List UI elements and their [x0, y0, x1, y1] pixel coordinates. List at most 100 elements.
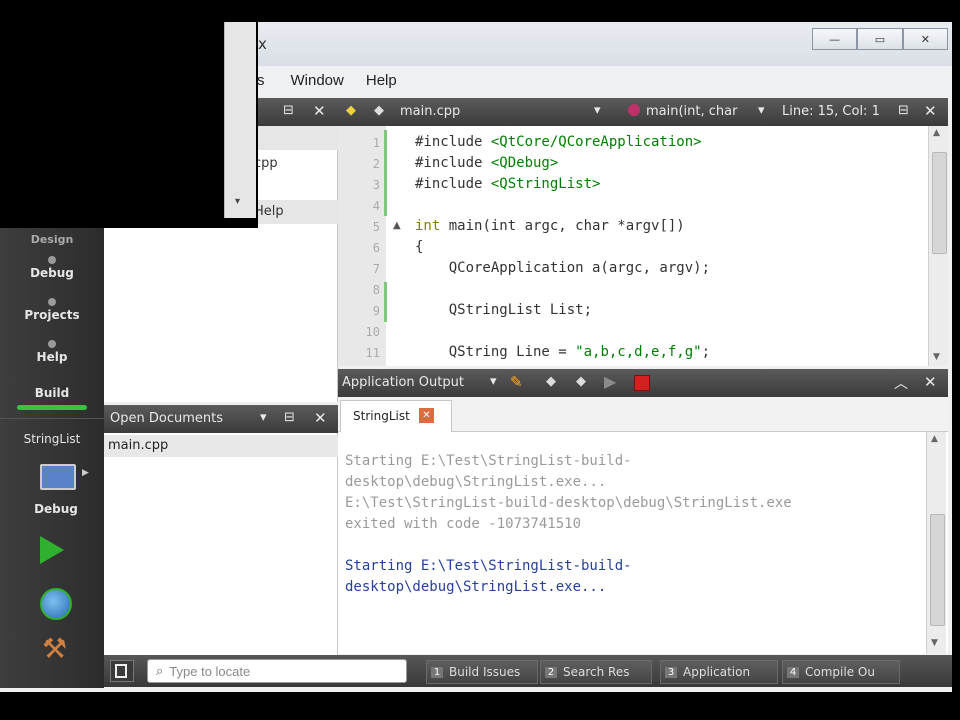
clear-output-icon[interactable]: ✎: [510, 373, 523, 391]
mode-design[interactable]: Design: [0, 232, 104, 246]
sidebar-toggle-icon: [115, 664, 127, 678]
open-document-item[interactable]: main.cpp: [104, 435, 338, 457]
line-number: 8: [372, 283, 380, 297]
design-mode-label: Design: [30, 233, 74, 246]
scroll-up-icon[interactable]: ▲: [931, 434, 938, 444]
next-icon[interactable]: ◆: [576, 374, 586, 389]
back-icon[interactable]: ◆: [346, 103, 356, 118]
code-line: QStringList List;: [415, 302, 592, 318]
symbol-combo[interactable]: main(int, char: [646, 104, 737, 119]
close-icon[interactable]: ✕: [314, 409, 327, 427]
code-highlight: "a,b,c,d,e,f,g": [575, 344, 702, 360]
code-line: #include <QStringList>: [415, 176, 600, 192]
line-number: 3: [372, 178, 380, 192]
compile-output-button[interactable]: 4 Compile Ou: [782, 660, 900, 684]
run-icon[interactable]: [40, 536, 64, 564]
line-number: 7: [372, 262, 380, 276]
build-hammer-icon[interactable]: ⚒: [42, 632, 67, 665]
application-output-number: 3: [665, 666, 677, 678]
open-documents-title: Open Documents: [110, 411, 223, 426]
title-fragment: x: [258, 35, 267, 53]
fold-marker-icon[interactable]: ▲: [393, 220, 401, 231]
code-highlight: <QtCore/QCoreApplication>: [490, 134, 702, 150]
code-highlight: int: [415, 218, 441, 234]
close-panel-icon[interactable]: ✕: [924, 373, 937, 391]
forward-icon[interactable]: ◆: [374, 103, 384, 118]
menu-item-help[interactable]: Help: [366, 72, 397, 89]
menu-item-partial[interactable]: s: [257, 72, 265, 89]
target-arrow-icon: ▶: [82, 468, 89, 478]
file-combo[interactable]: main.cpp: [400, 104, 460, 119]
mode-build[interactable]: Build: [0, 386, 104, 410]
code-line: {: [415, 239, 423, 255]
target-selector[interactable]: ▶ Debug: [0, 462, 104, 522]
output-scrollbar-thumb[interactable]: [930, 514, 945, 626]
symbol-combo-arrow-icon[interactable]: ▾: [758, 103, 765, 118]
code-text-rest: main(int argc, char *argv[]): [440, 218, 685, 234]
line-number: 6: [372, 241, 380, 255]
line-number: 9: [372, 304, 380, 318]
application-output-header: Application Output ▾ ✎ ◆ ◆ ▶ ︿ ✕: [338, 369, 948, 397]
close-tab-icon[interactable]: ✕: [419, 408, 434, 423]
debug-run-icon[interactable]: [40, 588, 72, 620]
output-tab[interactable]: StringList ✕: [340, 400, 452, 433]
file-combo-arrow-icon[interactable]: ▾: [594, 103, 601, 118]
line-number: 10: [365, 325, 380, 339]
run-icon[interactable]: ▶: [604, 372, 616, 391]
output-line-previous: E:\Test\StringList-build-desktop\debug\S…: [345, 495, 792, 511]
output-dropdown-arrow-icon[interactable]: ▾: [490, 374, 497, 389]
projects-mode-icon: [48, 298, 56, 306]
output-line-previous: desktop\debug\StringList.exe...: [345, 474, 607, 490]
overlay-scrollbar[interactable]: ▾: [224, 22, 256, 218]
locate-input[interactable]: ⌕ Type to locate: [147, 659, 407, 683]
projects-mode-label: Projects: [24, 308, 80, 322]
scroll-down-icon[interactable]: ▼: [933, 352, 940, 362]
code-text: #include: [415, 155, 491, 171]
line-number: 5: [372, 220, 380, 234]
split-icon[interactable]: ⊟: [283, 103, 294, 118]
open-documents-arrow-icon[interactable]: ▾: [260, 410, 267, 425]
help-mode-icon: [48, 340, 56, 348]
minimize-panel-icon[interactable]: ︿: [894, 373, 908, 393]
close-icon[interactable]: ✕: [313, 102, 326, 120]
build-issues-button[interactable]: 1 Build Issues: [426, 660, 538, 684]
code-line: QCoreApplication a(argc, argv);: [415, 260, 710, 276]
scroll-up-icon[interactable]: ▲: [933, 128, 940, 138]
toggle-sidebar-button[interactable]: [110, 660, 134, 682]
open-documents-list: main.cpp: [104, 433, 338, 655]
output-line-current: Starting E:\Test\StringList-build-: [345, 558, 632, 574]
split-editor-icon[interactable]: ⊟: [898, 103, 909, 118]
line-number: 11: [365, 346, 380, 360]
stop-icon[interactable]: [634, 375, 650, 391]
menu-item-window[interactable]: Window: [291, 72, 344, 89]
close-editor-icon[interactable]: ✕: [924, 102, 937, 120]
mode-projects[interactable]: Projects: [0, 298, 104, 322]
revision-marker: [384, 282, 387, 322]
editor-scrollbar[interactable]: ▲ ▼: [928, 126, 948, 366]
debug-mode-icon: [48, 256, 56, 264]
previous-icon[interactable]: ◆: [546, 374, 556, 389]
dropdown-arrow-icon[interactable]: ▾: [235, 196, 240, 207]
code-line: QString Line = "a,b,c,d,e,f,g";: [415, 344, 710, 360]
scroll-down-icon[interactable]: ▼: [931, 638, 938, 648]
target-project[interactable]: StringList: [0, 432, 104, 446]
split-icon[interactable]: ⊟: [284, 410, 295, 425]
build-issues-label: Build Issues: [449, 665, 521, 679]
close-window-button[interactable]: ✕: [902, 28, 948, 50]
search-results-number: 2: [545, 666, 557, 678]
line-number: 4: [372, 199, 380, 213]
application-output-label: Application: [683, 665, 751, 679]
code-line: int main(int argc, char *argv[]): [415, 218, 685, 234]
output-line-previous: exited with code -1073741510: [345, 516, 582, 532]
minimize-button[interactable]: —: [812, 28, 858, 50]
mode-help[interactable]: Help: [0, 340, 104, 364]
application-output-button[interactable]: 3 Application: [660, 660, 778, 684]
mode-debug[interactable]: Debug: [0, 256, 104, 280]
output-scrollbar[interactable]: ▲ ▼: [926, 432, 946, 654]
application-output-title: Application Output: [342, 375, 464, 390]
symbol-icon: [628, 104, 640, 116]
menu-bar: s Window Help: [255, 66, 952, 94]
editor-scrollbar-thumb[interactable]: [932, 152, 947, 254]
maximize-button[interactable]: ▭: [857, 28, 903, 50]
search-results-button[interactable]: 2 Search Res: [540, 660, 652, 684]
